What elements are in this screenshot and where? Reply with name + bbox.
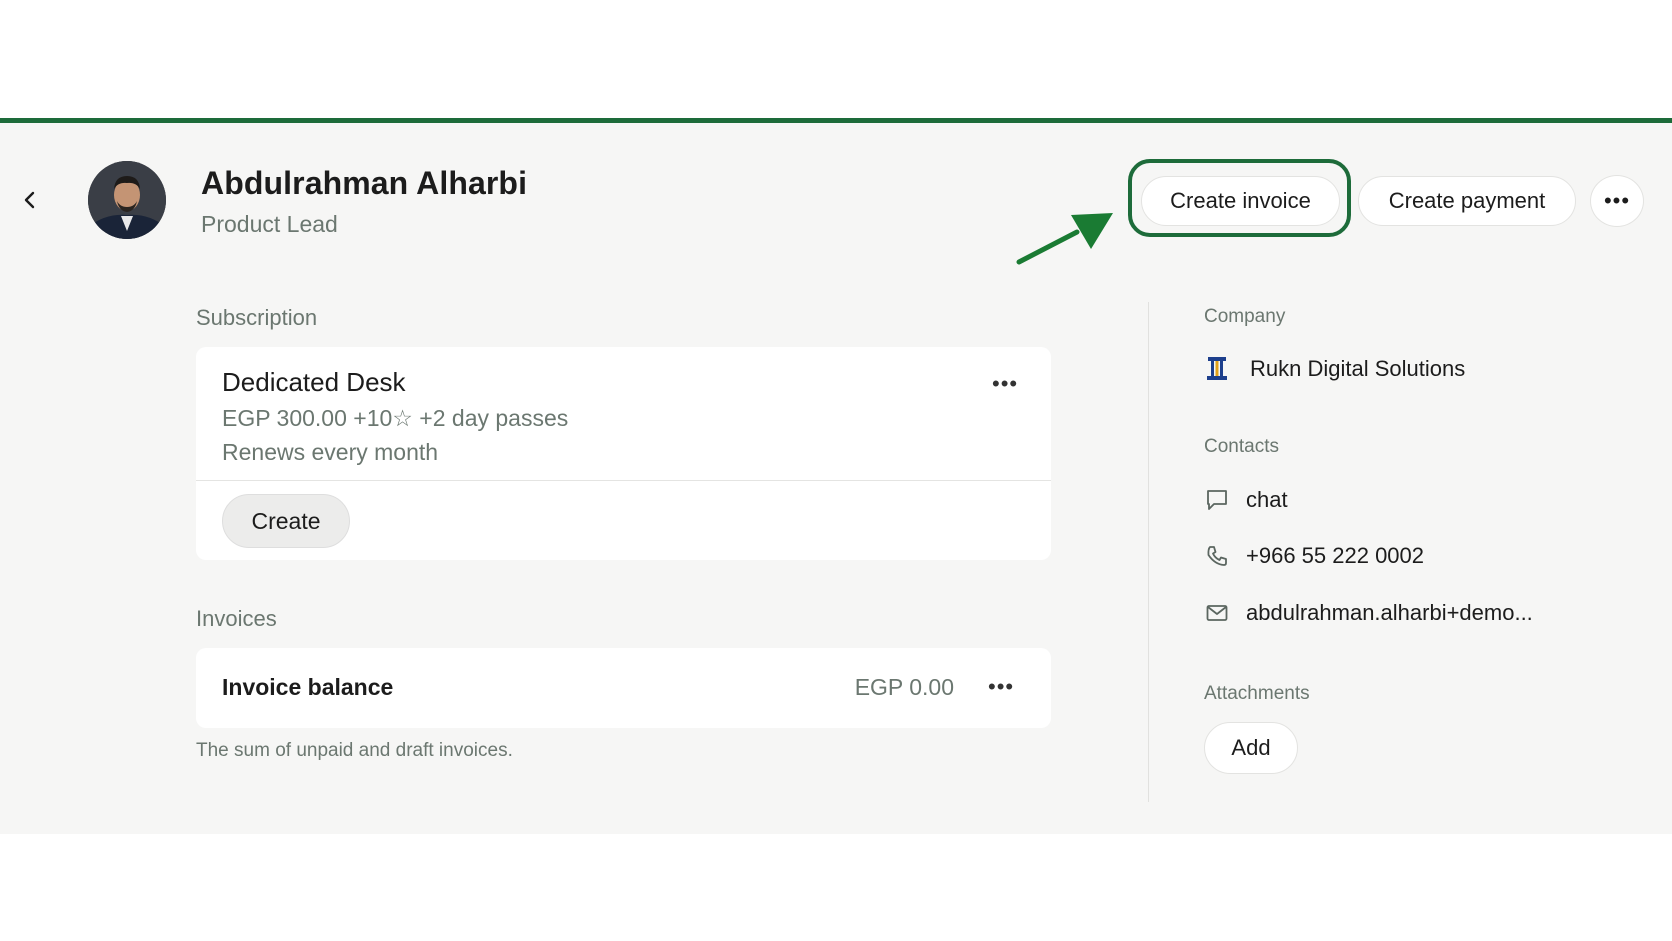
company-label: Company <box>1204 306 1286 327</box>
contact-email-value: abdulrahman.alharbi+demo... <box>1246 600 1533 625</box>
more-dots-icon: ••• <box>1603 188 1631 213</box>
phone-icon <box>1204 543 1230 569</box>
invoice-balance-note: The sum of unpaid and draft invoices. <box>196 740 513 761</box>
arrow-annotation-icon <box>1016 213 1113 265</box>
chat-bubble-icon <box>1204 487 1230 513</box>
more-options-button[interactable]: ••• <box>1590 175 1644 227</box>
back-button[interactable] <box>16 186 44 214</box>
contact-phone-value: +966 55 222 0002 <box>1246 543 1425 568</box>
more-dots-icon: ••• <box>988 674 1015 699</box>
avatar <box>88 161 166 239</box>
contact-chat-value: chat <box>1246 487 1288 512</box>
contact-email[interactable]: abdulrahman.alharbi+demo... <box>1204 600 1533 626</box>
company-link[interactable]: Rukn Digital Solutions <box>1204 356 1465 382</box>
mail-icon <box>1204 600 1230 626</box>
invoice-balance-label: Invoice balance <box>222 674 394 700</box>
subscription-more-button[interactable]: ••• <box>992 371 1018 397</box>
attachments-label: Attachments <box>1204 683 1310 704</box>
add-attachment-button[interactable]: Add <box>1204 722 1298 774</box>
invoices-section-label: Invoices <box>196 606 277 631</box>
invoice-balance-card: Invoice balance EGP 0.00 ••• <box>196 648 1051 728</box>
invoice-balance-amount: EGP 0.00 <box>854 674 954 700</box>
column-divider <box>1148 302 1149 802</box>
contact-phone[interactable]: +966 55 222 0002 <box>1204 543 1424 569</box>
plan-name: Dedicated Desk <box>222 367 406 397</box>
person-role: Product Lead <box>201 211 338 237</box>
plan-price: EGP 300.00 +10☆ +2 day passes <box>222 405 569 431</box>
invoice-more-button[interactable]: ••• <box>988 674 1014 700</box>
page-title: Abdulrahman Alharbi <box>201 165 528 201</box>
chevron-left-icon <box>24 191 35 209</box>
more-dots-icon: ••• <box>992 371 1019 396</box>
company-logo-icon <box>1204 356 1230 382</box>
create-invoice-button[interactable]: Create invoice <box>1141 176 1340 226</box>
subscription-section-label: Subscription <box>196 305 318 330</box>
company-name: Rukn Digital Solutions <box>1250 356 1466 381</box>
top-accent-bar <box>0 118 1672 123</box>
contact-chat[interactable]: chat <box>1204 487 1288 513</box>
plan-renewal: Renews every month <box>222 439 439 465</box>
person-photo-icon <box>88 161 166 239</box>
create-subscription-button[interactable]: Create <box>222 494 350 548</box>
subscription-card: Dedicated Desk ••• EGP 300.00 +10☆ +2 da… <box>196 347 1051 560</box>
create-payment-button[interactable]: Create payment <box>1358 176 1576 226</box>
contacts-label: Contacts <box>1204 436 1279 457</box>
card-divider <box>196 480 1051 481</box>
